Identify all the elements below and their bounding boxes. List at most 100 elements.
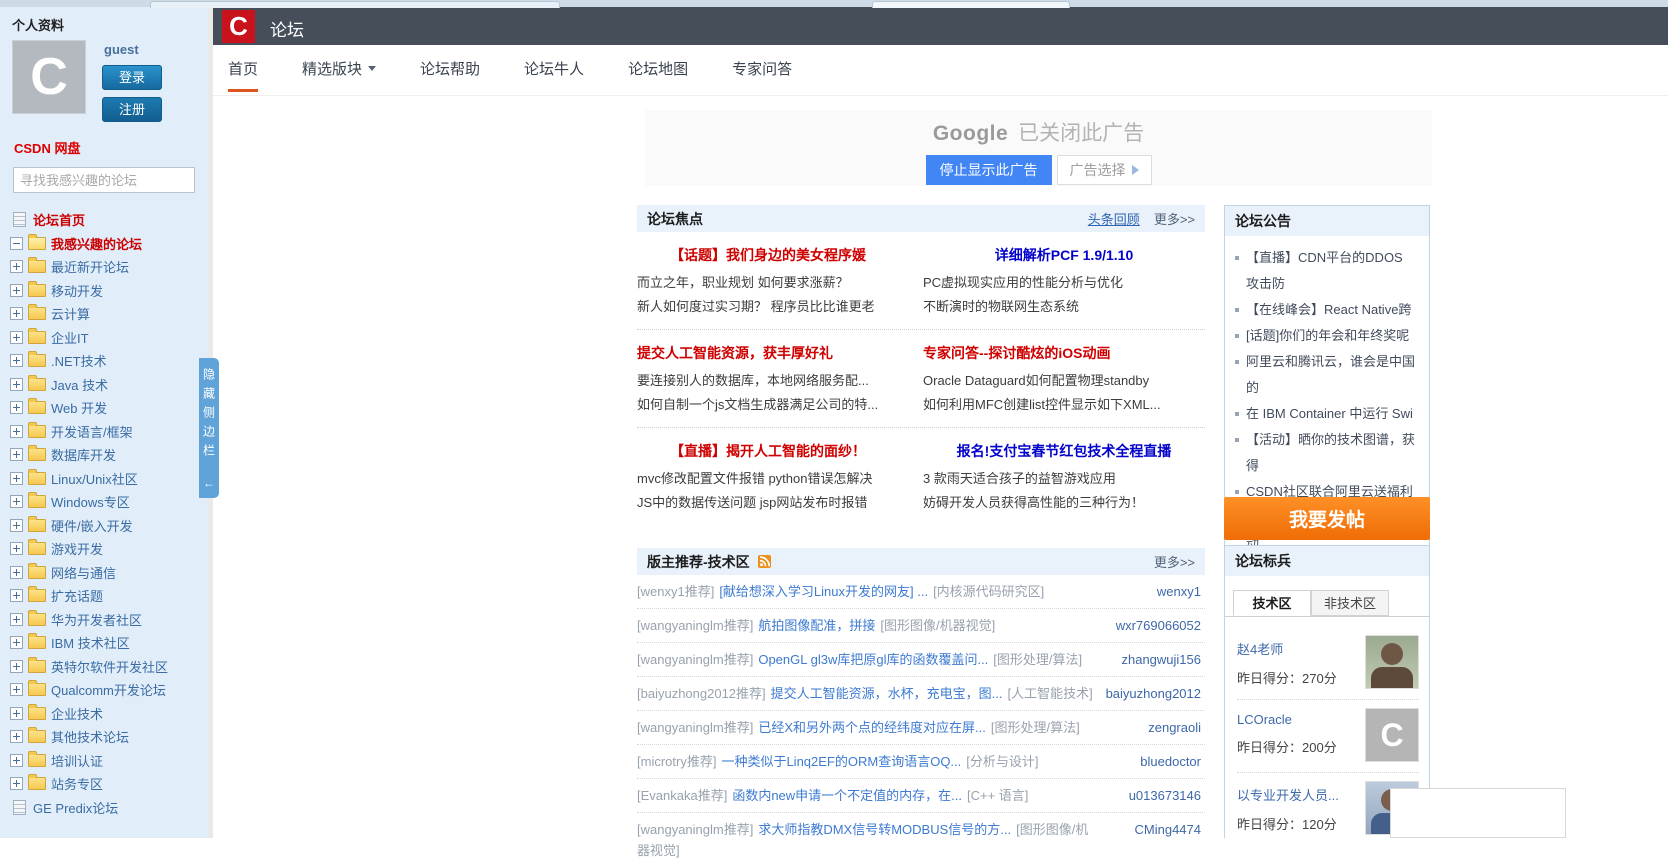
- focus-link[interactable]: 而立之年，职业规划 如何要求涨薪？: [637, 271, 899, 295]
- focus-headline[interactable]: 【话题】我们身边的美女程序媛: [637, 245, 899, 265]
- user-link[interactable]: LCOracle: [1237, 712, 1292, 727]
- sidebar-item[interactable]: 云计算: [10, 302, 208, 326]
- focus-headline[interactable]: 【直播】揭开人工智能的面纱！: [637, 441, 899, 461]
- focus-headline[interactable]: 提交人工智能资源，获丰厚好礼: [637, 343, 899, 363]
- thread-link[interactable]: 函数内new申请一个不定值的内存，在...: [732, 788, 962, 803]
- forum-search-input[interactable]: [13, 167, 195, 193]
- sidebar-item[interactable]: Web 开发: [10, 396, 208, 420]
- plus-box-icon[interactable]: [10, 307, 23, 321]
- focus-link[interactable]: 新人如何度过实习期？ 程序员比比谁更老: [637, 295, 899, 319]
- focus-link[interactable]: 不断演时的物联网生态系统: [923, 295, 1205, 319]
- announcement-link[interactable]: 在 IBM Container 中运行 Swi: [1235, 401, 1415, 427]
- sidebar-item[interactable]: Windows专区: [10, 490, 208, 514]
- focus-link[interactable]: 要连接别人的数据库，本地网络服务配...: [637, 369, 899, 393]
- focus-headline[interactable]: 专家问答--探讨酷炫的iOS动画: [923, 343, 1205, 363]
- user-link[interactable]: zhangwuji156: [1121, 649, 1201, 670]
- plus-box-icon[interactable]: [10, 777, 23, 791]
- new-post-button[interactable]: 我要发帖: [1224, 497, 1430, 540]
- announcement-link[interactable]: 【在线峰会】React Native跨: [1235, 297, 1415, 323]
- tab-non-tech-zone[interactable]: 非技术区: [1311, 590, 1389, 616]
- focus-headline[interactable]: 报名!支付宝春节红包技术全程直播: [923, 441, 1205, 461]
- announcement-link[interactable]: 【活动】晒你的技术图谱，获得: [1235, 427, 1415, 479]
- sidebar-item[interactable]: 英特尔软件开发社区: [10, 655, 208, 679]
- announcement-link[interactable]: [话题]你们的年会和年终奖呢: [1235, 323, 1415, 349]
- plus-box-icon[interactable]: [10, 283, 23, 297]
- user-link[interactable]: bluedoctor: [1140, 751, 1201, 772]
- plus-box-icon[interactable]: [10, 659, 23, 673]
- plus-box-icon[interactable]: [10, 260, 23, 274]
- sidebar-item[interactable]: 数据库开发: [10, 443, 208, 467]
- plus-box-icon[interactable]: [10, 518, 23, 532]
- stop-showing-ad-button[interactable]: 停止显示此广告: [925, 155, 1052, 185]
- plus-box-icon[interactable]: [10, 706, 23, 720]
- plus-box-icon[interactable]: [10, 753, 23, 767]
- user-link[interactable]: zengraoli: [1148, 717, 1201, 738]
- nav-featured-sections[interactable]: 精选版块: [302, 45, 377, 92]
- sidebar-item[interactable]: 开发语言/框架: [10, 420, 208, 444]
- plus-box-icon[interactable]: [10, 495, 23, 509]
- nav-forum-map[interactable]: 论坛地图: [628, 45, 688, 92]
- rss-icon[interactable]: [757, 555, 771, 568]
- focus-link[interactable]: PC虚拟现实应用的性能分析与优化: [923, 271, 1205, 295]
- plus-box-icon[interactable]: [10, 448, 23, 462]
- plus-box-icon[interactable]: [10, 401, 23, 415]
- sidebar-item[interactable]: 扩充话题: [10, 584, 208, 608]
- sidebar-item[interactable]: 最近新开论坛: [10, 255, 208, 279]
- user-avatar[interactable]: C: [1365, 708, 1419, 762]
- plus-box-icon[interactable]: [10, 471, 23, 485]
- sidebar-item-ge-predix[interactable]: GE Predix论坛: [10, 796, 208, 820]
- user-avatar[interactable]: [1365, 635, 1419, 689]
- sidebar-item[interactable]: 企业IT: [10, 326, 208, 350]
- sidebar-item[interactable]: 培训认证: [10, 749, 208, 773]
- sidebar-item[interactable]: 华为开发者社区: [10, 608, 208, 632]
- avatar[interactable]: C: [12, 40, 86, 114]
- focus-more-link[interactable]: 更多>>: [1154, 209, 1195, 228]
- sidebar-item[interactable]: 网络与通信: [10, 561, 208, 585]
- focus-link[interactable]: Oracle Dataguard如何配置物理standby: [923, 369, 1205, 393]
- minus-box-icon[interactable]: [10, 236, 23, 250]
- thread-link[interactable]: [献给想深入学习Linux开发的网友] ...: [719, 584, 928, 599]
- thread-link[interactable]: 航拍图像配准，拼接: [758, 618, 875, 633]
- plus-box-icon[interactable]: [10, 354, 23, 368]
- user-link[interactable]: 以专业开发人员...: [1237, 785, 1339, 804]
- nav-forum-help[interactable]: 论坛帮助: [420, 45, 480, 92]
- focus-link[interactable]: 如何自制一个js文档生成器满足公司的特...: [637, 393, 899, 417]
- thread-link[interactable]: 提交人工智能资源，水杯，充电宝，图...: [771, 686, 1003, 701]
- plus-box-icon[interactable]: [10, 424, 23, 438]
- plus-box-icon[interactable]: [10, 330, 23, 344]
- focus-link[interactable]: 妨碍开发人员获得高性能的三种行为！: [923, 491, 1205, 515]
- sidebar-item[interactable]: 硬件/嵌入开发: [10, 514, 208, 538]
- user-link[interactable]: CMing4474: [1135, 819, 1202, 840]
- plus-box-icon[interactable]: [10, 377, 23, 391]
- plus-box-icon[interactable]: [10, 612, 23, 626]
- sidebar-item[interactable]: 游戏开发: [10, 537, 208, 561]
- focus-link[interactable]: JS中的数据传送问题 jsp网站发布时报错: [637, 491, 899, 515]
- plus-box-icon[interactable]: [10, 730, 23, 744]
- register-button[interactable]: 注册: [102, 97, 162, 122]
- plus-box-icon[interactable]: [10, 565, 23, 579]
- sidebar-item-my-forums[interactable]: 我感兴趣的论坛: [10, 232, 208, 256]
- user-link[interactable]: 赵4老师: [1237, 639, 1283, 658]
- user-link[interactable]: wxr769066052: [1116, 615, 1201, 636]
- user-link[interactable]: baiyuzhong2012: [1106, 683, 1201, 704]
- user-link[interactable]: wenxy1: [1157, 581, 1201, 602]
- sidebar-item[interactable]: 企业技术: [10, 702, 208, 726]
- sidebar-item[interactable]: .NET技术: [10, 349, 208, 373]
- announcement-link[interactable]: 阿里云和腾讯云，谁会是中国的: [1235, 349, 1415, 401]
- focus-link[interactable]: 3 款雨天适合孩子的益智游戏应用: [923, 467, 1205, 491]
- plus-box-icon[interactable]: [10, 636, 23, 650]
- hide-sidebar-tab[interactable]: 隐藏侧边栏 ←: [199, 358, 219, 498]
- announcement-link[interactable]: 【直播】CDN平台的DDOS攻击防: [1235, 245, 1415, 297]
- nav-forum-experts[interactable]: 论坛牛人: [524, 45, 584, 92]
- thread-link[interactable]: 已经X和另外两个点的经纬度对应在屏...: [758, 720, 986, 735]
- focus-headline[interactable]: 详细解析PCF 1.9/1.10: [923, 245, 1205, 265]
- thread-link[interactable]: 一种类似于Linq2EF的ORM查询语言OQ...: [721, 754, 961, 769]
- sidebar-item[interactable]: IBM 技术社区: [10, 631, 208, 655]
- ad-choices-button[interactable]: 广告选择: [1056, 155, 1152, 185]
- sidebar-item[interactable]: 站务专区: [10, 772, 208, 796]
- csdn-logo[interactable]: C: [222, 10, 255, 43]
- thread-link[interactable]: OpenGL gl3w库把原gl库的函数覆盖问...: [758, 652, 988, 667]
- nav-expert-qa[interactable]: 专家问答: [732, 45, 792, 92]
- headline-review-link[interactable]: 头条回顾: [1088, 209, 1140, 228]
- focus-link[interactable]: 如何利用MFC创建list控件显示如下XML...: [923, 393, 1205, 417]
